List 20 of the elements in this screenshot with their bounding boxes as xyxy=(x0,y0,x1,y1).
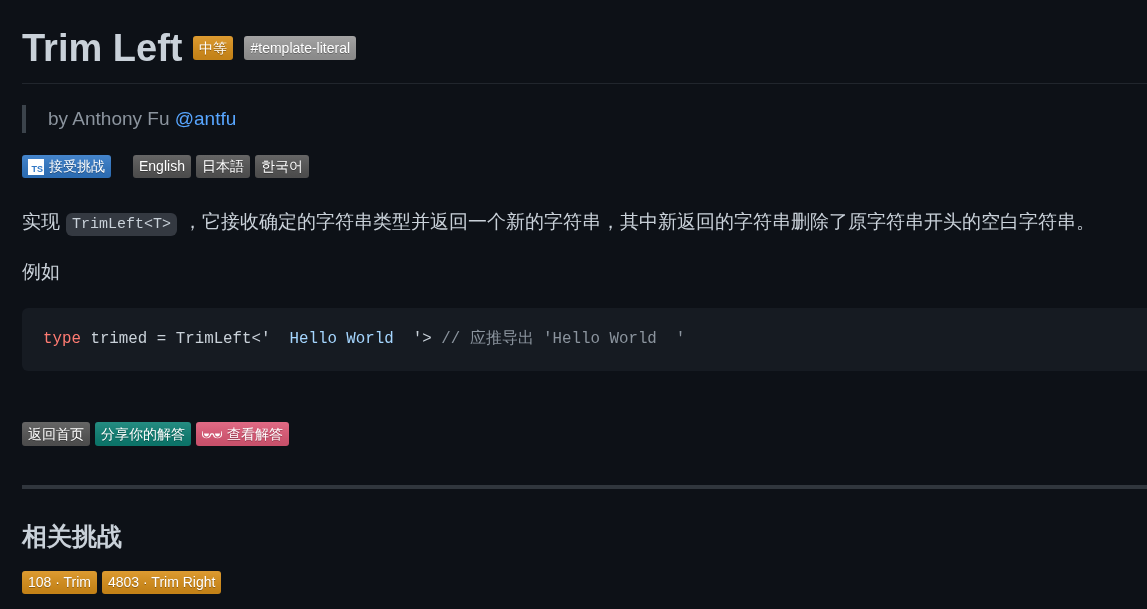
challenge-title: Trim Left xyxy=(22,26,183,70)
action-button[interactable]: 分享你的解答 xyxy=(95,422,191,446)
glasses-icon xyxy=(202,429,222,439)
author-line: by Anthony Fu @antfu xyxy=(48,106,237,131)
language-badge[interactable]: 日本語 xyxy=(195,155,250,178)
accept-challenge-button[interactable]: TS 接受挑战 xyxy=(22,155,111,178)
action-button[interactable]: 查看解答 xyxy=(196,422,289,446)
ts-logo-icon: TS xyxy=(28,158,44,175)
description-text: 实现 TrimLeft<T> ，它接收确定的字符串类型并返回一个新的字符串，其中新返回的字符串删除了原字符串开头的空白字符串。 xyxy=(22,207,1147,240)
tag-badge[interactable]: #template-literal xyxy=(244,36,357,60)
language-badge[interactable]: English xyxy=(133,155,191,178)
section-heading: 相关挑战 xyxy=(22,521,123,551)
difficulty-badge: 中等 xyxy=(193,36,234,60)
related-challenge-badge[interactable]: 4803 · Trim Right xyxy=(102,571,222,594)
code-block: type trimed = TrimLeft<' Hello World '> // 应推导出 'Hello World ' xyxy=(22,308,1147,371)
language-badge[interactable]: 한국어 xyxy=(254,155,309,178)
author-link[interactable]: @antfu xyxy=(174,107,237,129)
related-challenge-badge[interactable]: 108 · Trim xyxy=(22,571,97,594)
action-button[interactable]: 返回首页 xyxy=(22,422,90,446)
example-label: 例如 xyxy=(22,260,61,284)
